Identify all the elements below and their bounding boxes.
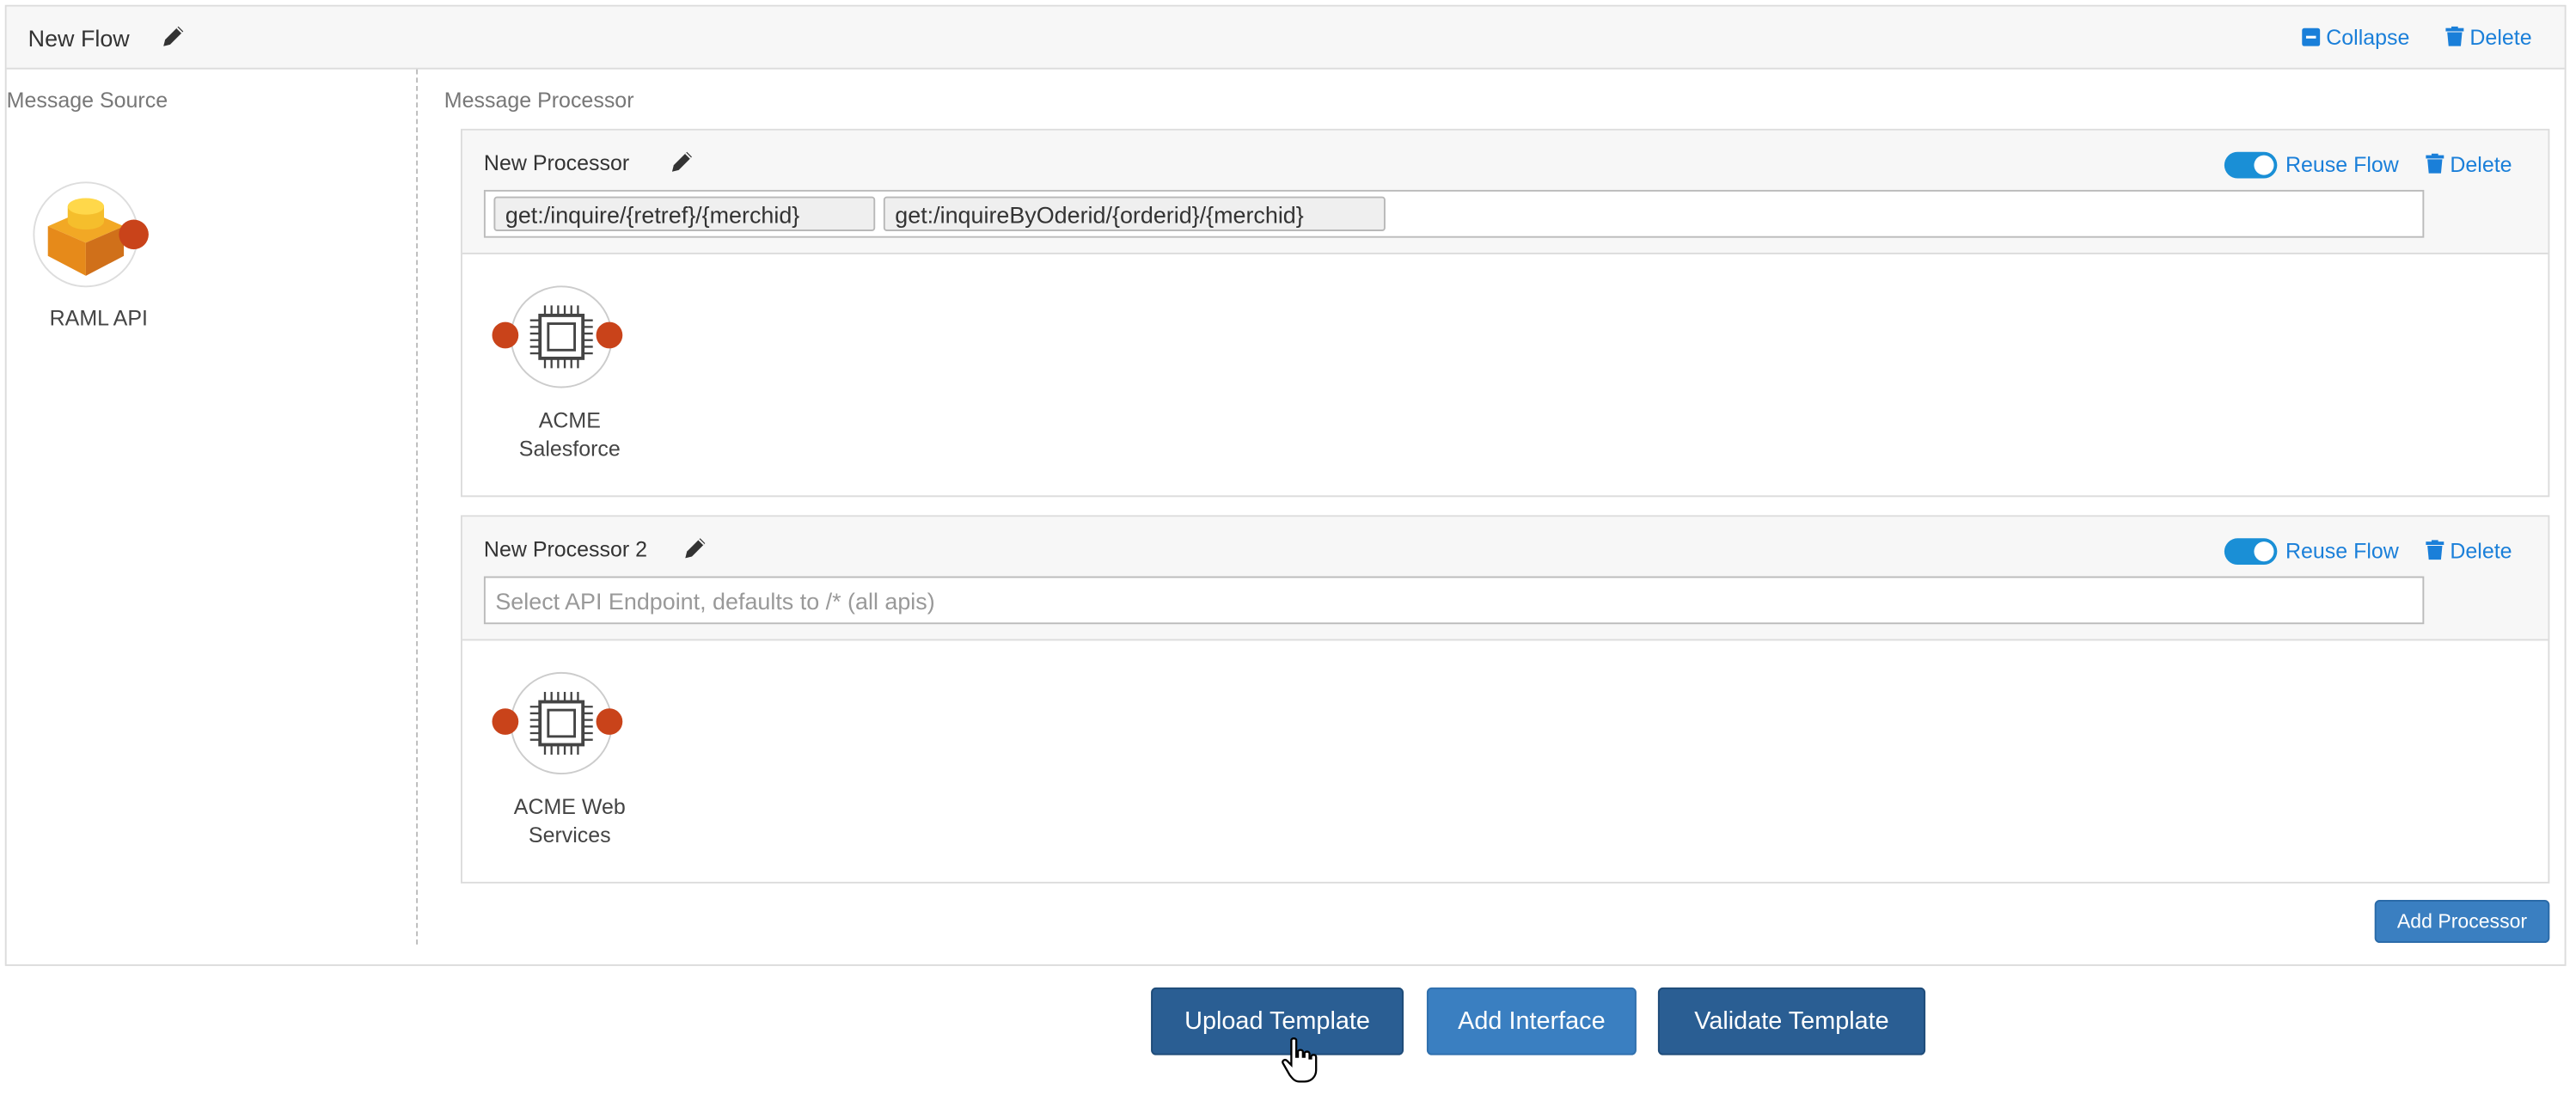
processor-delete-label-1: Delete: [2450, 151, 2512, 177]
trash-icon: [2426, 540, 2444, 565]
acme-web-services-label: ACME Web Services: [479, 792, 660, 848]
flow-header: New Flow Collapse Delete: [6, 6, 2565, 70]
output-port-2[interactable]: [596, 708, 623, 735]
hand-cursor-icon: [1282, 1037, 1318, 1083]
flow-title: New Flow: [28, 24, 130, 52]
minus-square-icon: [2302, 27, 2321, 52]
input-port-2[interactable]: [492, 708, 519, 735]
node-label-line: ACME Web: [513, 794, 626, 819]
node-label-line: ACME: [538, 407, 601, 433]
source-output-port[interactable]: [119, 219, 149, 250]
endpoint-placeholder: Select API Endpoint, defaults to /* (all…: [495, 587, 935, 615]
processor-delete-label-2: Delete: [2450, 538, 2512, 564]
validate-template-button[interactable]: Validate Template: [1657, 987, 1926, 1055]
upload-template-button[interactable]: Upload Template: [1151, 987, 1404, 1055]
acme-salesforce-label: ACME Salesforce: [479, 407, 660, 462]
endpoint-tag[interactable]: get:/inquireByOderid/{orderid}/{merchid}: [883, 196, 1386, 231]
processor-delete-link-2[interactable]: Delete: [2426, 538, 2512, 565]
trash-icon: [2426, 153, 2444, 179]
pencil-icon[interactable]: [682, 535, 708, 569]
add-interface-button[interactable]: Add Interface: [1426, 987, 1637, 1055]
reuse-flow-label-2[interactable]: Reuse Flow: [2285, 538, 2399, 563]
reuse-flow-toggle-1[interactable]: [2224, 151, 2278, 179]
output-port-1[interactable]: [596, 321, 623, 349]
raml-api-label: RAML API: [49, 305, 148, 331]
endpoint-select-1[interactable]: get:/inquire/{retref}/{merchid} get:/inq…: [483, 189, 2425, 238]
pencil-icon[interactable]: [160, 23, 187, 58]
collapse-link[interactable]: Collapse: [2302, 25, 2409, 52]
trash-icon: [2445, 26, 2464, 52]
pencil-icon[interactable]: [669, 149, 695, 183]
processor-card-2: New Processor 2 Reuse Flow Delete Select…: [461, 515, 2550, 884]
processor-header-1: New Processor Reuse Flow Delete get:/inq…: [462, 130, 2548, 254]
endpoint-select-2[interactable]: Select API Endpoint, defaults to /* (all…: [483, 576, 2425, 625]
node-label-line: Services: [528, 822, 611, 847]
processor-header-2: New Processor 2 Reuse Flow Delete Select…: [462, 517, 2548, 641]
processor-title-1: New Processor: [483, 150, 630, 175]
flow-delete-link[interactable]: Delete: [2445, 24, 2532, 52]
stage: New Flow Collapse Delete Message Source …: [0, 0, 2576, 1092]
node-label-line: Salesforce: [518, 436, 621, 462]
reuse-flow-toggle-2[interactable]: [2224, 538, 2278, 566]
flow-card: New Flow Collapse Delete Message Source …: [4, 4, 2567, 966]
endpoint-tag[interactable]: get:/inquire/{retref}/{merchid}: [493, 196, 876, 231]
reuse-flow-label-1[interactable]: Reuse Flow: [2285, 152, 2399, 177]
message-source-label: Message Source: [6, 87, 168, 113]
processor-delete-link-1[interactable]: Delete: [2426, 152, 2512, 179]
collapse-label: Collapse: [2326, 24, 2410, 50]
processor-card-1: New Processor Reuse Flow Delete get:/inq…: [461, 128, 2550, 498]
add-processor-button[interactable]: Add Processor: [2374, 900, 2550, 944]
flow-delete-label: Delete: [2469, 24, 2532, 50]
processor-title-2: New Processor 2: [483, 536, 648, 562]
input-port-1[interactable]: [492, 321, 519, 349]
message-processor-label: Message Processor: [444, 87, 634, 113]
section-divider: [416, 69, 419, 945]
